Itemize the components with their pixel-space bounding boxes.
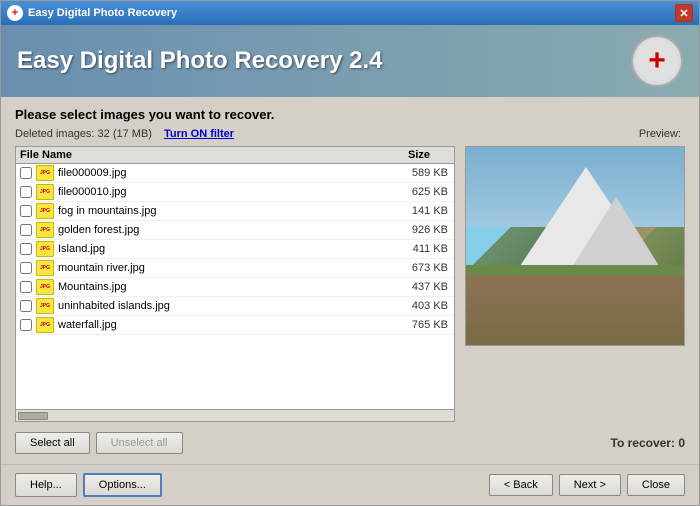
file-size: 411 KB: [390, 243, 450, 255]
file-list-header: File Name Size: [16, 147, 454, 164]
bottom-controls: Select all Unselect all To recover: 0: [15, 432, 685, 454]
title-bar-left: + Easy Digital Photo Recovery: [7, 5, 177, 21]
file-type-icon: [36, 184, 54, 200]
table-row[interactable]: file000009.jpg 589 KB: [16, 164, 454, 183]
file-checkbox[interactable]: [20, 319, 32, 331]
file-checkbox[interactable]: [20, 205, 32, 217]
col-filename-header: File Name: [20, 149, 390, 161]
scrollbar-h-thumb[interactable]: [18, 412, 48, 420]
file-size: 673 KB: [390, 262, 450, 274]
file-name: mountain river.jpg: [58, 262, 386, 274]
next-button[interactable]: Next >: [559, 474, 621, 496]
file-checkbox[interactable]: [20, 186, 32, 198]
file-type-icon: [36, 317, 54, 333]
file-checkbox[interactable]: [20, 167, 32, 179]
header-banner: Easy Digital Photo Recovery 2.4 +: [1, 25, 699, 97]
select-buttons: Select all Unselect all: [15, 432, 183, 454]
to-recover-label: To recover:: [611, 436, 675, 450]
table-row[interactable]: mountain river.jpg 673 KB: [16, 259, 454, 278]
file-type-icon: [36, 203, 54, 219]
file-type-icon: [36, 298, 54, 314]
table-row[interactable]: golden forest.jpg 926 KB: [16, 221, 454, 240]
unselect-all-button[interactable]: Unselect all: [96, 432, 183, 454]
file-name: file000009.jpg: [58, 167, 386, 179]
table-row[interactable]: waterfall.jpg 765 KB: [16, 316, 454, 335]
horizontal-scrollbar[interactable]: [16, 409, 454, 421]
file-type-icon: [36, 165, 54, 181]
close-window-button[interactable]: ✕: [675, 4, 693, 22]
back-button[interactable]: < Back: [489, 474, 553, 496]
file-size: 589 KB: [390, 167, 450, 179]
window-title: Easy Digital Photo Recovery: [28, 7, 177, 19]
file-name: waterfall.jpg: [58, 319, 386, 331]
file-name: Island.jpg: [58, 243, 386, 255]
table-row[interactable]: uninhabited islands.jpg 403 KB: [16, 297, 454, 316]
file-size: 625 KB: [390, 186, 450, 198]
col-size-header: Size: [390, 149, 450, 161]
preview-label: Preview:: [639, 128, 685, 140]
file-size: 437 KB: [390, 281, 450, 293]
table-row[interactable]: fog in mountains.jpg 141 KB: [16, 202, 454, 221]
file-type-icon: [36, 222, 54, 238]
file-name: uninhabited islands.jpg: [58, 300, 386, 312]
file-size: 926 KB: [390, 224, 450, 236]
file-type-icon: [36, 279, 54, 295]
file-checkbox[interactable]: [20, 300, 32, 312]
file-name: file000010.jpg: [58, 186, 386, 198]
table-row[interactable]: Island.jpg 411 KB: [16, 240, 454, 259]
file-list-container: File Name Size file000009.jpg589 KBfile0…: [15, 146, 455, 422]
filter-link[interactable]: Turn ON filter: [164, 128, 234, 140]
close-button[interactable]: Close: [627, 474, 685, 496]
help-button[interactable]: Help...: [15, 473, 77, 497]
preview-ground: [466, 275, 684, 345]
file-name: golden forest.jpg: [58, 224, 386, 236]
file-type-icon: [36, 241, 54, 257]
deleted-info: Deleted images: 32 (17 MB): [15, 128, 152, 140]
main-window: + Easy Digital Photo Recovery ✕ Easy Dig…: [0, 0, 700, 506]
file-size: 403 KB: [390, 300, 450, 312]
app-title: Easy Digital Photo Recovery 2.4: [17, 47, 382, 75]
app-icon: +: [7, 5, 23, 21]
file-name: Mountains.jpg: [58, 281, 386, 293]
instruction-text: Please select images you want to recover…: [15, 107, 685, 122]
app-logo: +: [631, 35, 683, 87]
preview-container: [465, 146, 685, 422]
file-type-icon: [36, 260, 54, 276]
main-area: File Name Size file000009.jpg589 KBfile0…: [15, 146, 685, 422]
options-button[interactable]: Options...: [83, 473, 162, 497]
file-list-body[interactable]: file000009.jpg 589 KB file000010.jpg 625 KB…: [16, 164, 454, 409]
table-row[interactable]: Mountains.jpg 437 KB: [16, 278, 454, 297]
select-all-button[interactable]: Select all: [15, 432, 90, 454]
title-bar: + Easy Digital Photo Recovery ✕: [1, 1, 699, 25]
to-recover: To recover: 0: [611, 436, 686, 450]
to-recover-value: 0: [678, 436, 685, 450]
footer-left: Help... Options...: [15, 473, 162, 497]
footer-right: < Back Next > Close: [489, 474, 685, 496]
info-row: Deleted images: 32 (17 MB) Turn ON filte…: [15, 128, 685, 140]
file-size: 765 KB: [390, 319, 450, 331]
file-name: fog in mountains.jpg: [58, 205, 386, 217]
content-area: Please select images you want to recover…: [1, 97, 699, 464]
file-checkbox[interactable]: [20, 224, 32, 236]
file-size: 141 KB: [390, 205, 450, 217]
file-checkbox[interactable]: [20, 243, 32, 255]
file-checkbox[interactable]: [20, 262, 32, 274]
footer: Help... Options... < Back Next > Close: [1, 464, 699, 505]
preview-image: [465, 146, 685, 346]
file-checkbox[interactable]: [20, 281, 32, 293]
table-row[interactable]: file000010.jpg 625 KB: [16, 183, 454, 202]
